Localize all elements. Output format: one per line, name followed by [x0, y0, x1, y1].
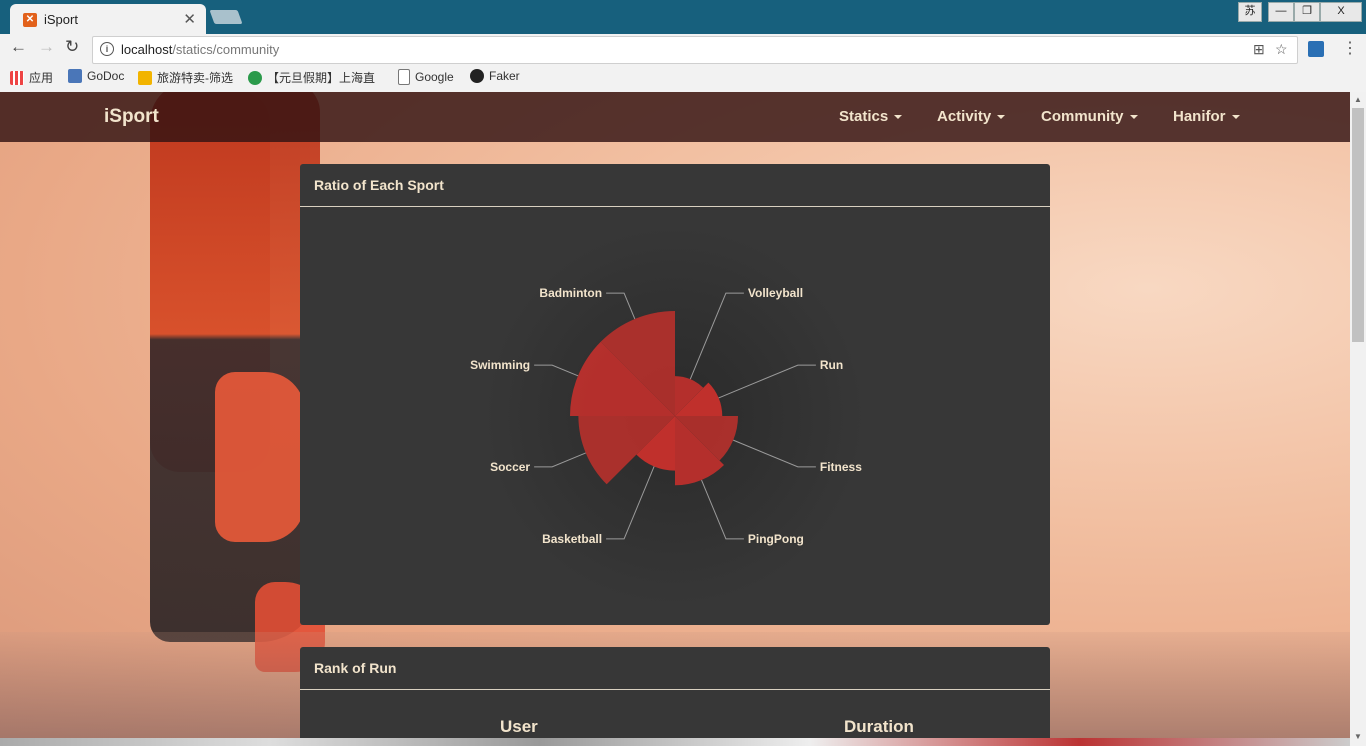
reload-icon[interactable]: ↻	[65, 37, 79, 57]
rose-label-pingpong: PingPong	[748, 532, 804, 546]
ime-indicator[interactable]: 苏	[1238, 2, 1262, 22]
browser-menu-icon[interactable]: ⋮	[1342, 38, 1358, 58]
bookmark-faker[interactable]: Faker	[470, 69, 520, 83]
page-viewport: iSport Statics Activity Community Hanifo…	[0, 92, 1350, 746]
minimize-button[interactable]: —	[1268, 2, 1294, 22]
rose-label-swimming: Swimming	[470, 358, 530, 372]
caret-down-icon	[894, 115, 903, 120]
xampp-favicon-icon: ✕	[23, 13, 37, 27]
nav-statics[interactable]: Statics	[839, 108, 903, 125]
rose-label-badminton: Badminton	[539, 286, 602, 300]
ratio-panel-title: Ratio of Each Sport	[300, 164, 1050, 207]
ratio-rose-chart: Badminton Volleyball Run Fitness PingPong Bas…	[470, 226, 865, 606]
rank-panel-title: Rank of Run	[300, 647, 1050, 690]
ratio-panel: Ratio of Each Sport Badminton Volleyball R…	[300, 164, 1050, 625]
caret-down-icon	[1231, 115, 1240, 120]
github-icon	[470, 69, 484, 83]
site-brand[interactable]: iSport	[104, 106, 159, 128]
rose-label-volleyball: Volleyball	[748, 286, 803, 300]
scroll-thumb[interactable]	[1352, 108, 1364, 342]
site-navbar: iSport Statics Activity Community Hanifo…	[0, 92, 1350, 142]
scroll-up-icon[interactable]: ▲	[1354, 95, 1362, 104]
travel-icon	[138, 70, 152, 85]
bookmark-star-icon[interactable]: ☆	[1275, 41, 1288, 58]
rose-label-soccer: Soccer	[490, 460, 530, 474]
rose-label-basketball: Basketball	[542, 532, 602, 546]
browser-tab[interactable]: ✕ iSport ✕	[10, 4, 206, 34]
url-text[interactable]: localhost/statics/community	[121, 42, 279, 57]
background-runner-leg	[150, 92, 320, 642]
site-info-icon[interactable]: i	[100, 42, 114, 56]
omnibox[interactable]: i localhost/statics/community ⊞ ☆	[92, 36, 1298, 64]
new-tab-button[interactable]	[209, 10, 243, 24]
godoc-icon	[68, 69, 82, 83]
background-shoe	[215, 372, 305, 542]
caret-down-icon	[1129, 115, 1138, 120]
bookmarks-bar: 应用 GoDoc 旅游特卖-筛选 【元旦假期】上海直 Google Faker	[0, 64, 1366, 93]
rank-panel: Rank of Run User Duration	[300, 647, 1050, 746]
apps-grid-icon	[10, 70, 24, 85]
tab-close-icon[interactable]: ✕	[183, 10, 196, 28]
caret-down-icon	[997, 115, 1006, 120]
bookmark-shanghai[interactable]: 【元旦假期】上海直	[248, 69, 375, 86]
page-scrollbar[interactable]: ▲ ▼	[1350, 92, 1366, 746]
bookmark-travel[interactable]: 旅游特卖-筛选	[138, 69, 233, 86]
rank-col-user[interactable]: User	[500, 717, 538, 737]
restore-button[interactable]: ❐	[1294, 2, 1320, 22]
translate-icon[interactable]: ⊞	[1253, 41, 1265, 58]
extension-icon[interactable]	[1308, 41, 1324, 57]
page-icon	[398, 69, 410, 85]
close-window-button[interactable]: X	[1320, 2, 1362, 22]
bookmark-godoc[interactable]: GoDoc	[68, 69, 124, 83]
rank-col-duration[interactable]: Duration	[844, 717, 914, 737]
back-arrow-icon[interactable]: ←	[10, 37, 27, 57]
browser-titlebar: ✕ iSport ✕ 苏 — ❐ X	[0, 0, 1366, 34]
scroll-down-icon[interactable]: ▼	[1354, 732, 1362, 741]
bookmark-apps[interactable]: 应用	[10, 69, 53, 86]
rose-label-run: Run	[820, 358, 843, 372]
nav-hanifor[interactable]: Hanifor	[1173, 108, 1240, 125]
taskbar-peek	[0, 738, 1350, 746]
q-icon	[248, 70, 262, 85]
bookmark-google[interactable]: Google	[398, 69, 454, 85]
address-bar-row: ← → ↻ i localhost/statics/community ⊞ ☆ …	[0, 34, 1366, 64]
nav-community[interactable]: Community	[1041, 108, 1138, 125]
tab-title: iSport	[44, 12, 78, 27]
rose-label-fitness: Fitness	[820, 460, 862, 474]
nav-activity[interactable]: Activity	[937, 108, 1006, 125]
forward-arrow-icon[interactable]: →	[38, 37, 55, 57]
